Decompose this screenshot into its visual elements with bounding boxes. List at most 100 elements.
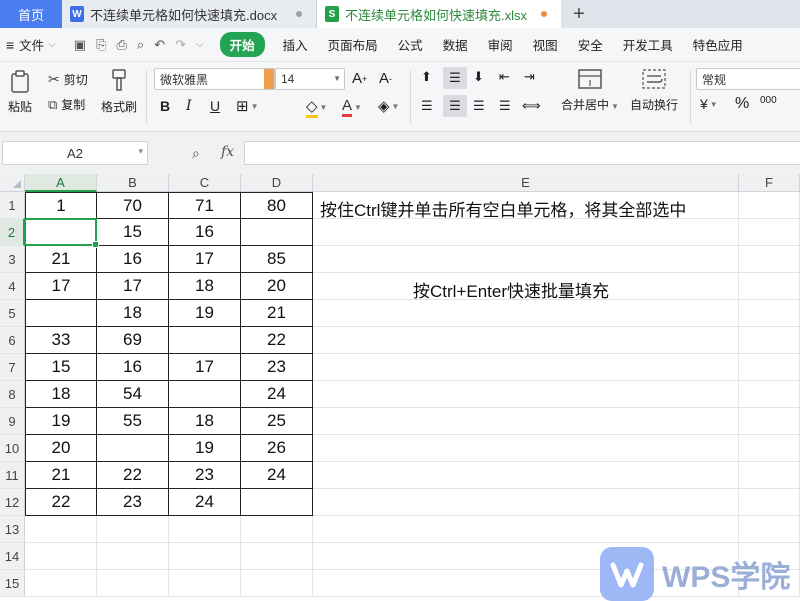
cell-a5[interactable]	[25, 300, 97, 327]
redo-icon[interactable]: ↷	[175, 37, 186, 53]
clear-format-icon[interactable]: ◈ ▼	[378, 97, 399, 115]
cell-a8[interactable]: 18	[25, 381, 97, 408]
cell-b13[interactable]	[97, 516, 169, 543]
cell-f2[interactable]	[739, 219, 800, 246]
cell-f5[interactable]	[739, 300, 800, 327]
cell-d10[interactable]: 26	[241, 435, 313, 462]
format-painter-button[interactable]: 格式刷	[101, 68, 137, 115]
cell-c3[interactable]: 17	[169, 246, 241, 273]
cell-a7[interactable]: 15	[25, 354, 97, 381]
row-header-12[interactable]: 12	[0, 489, 25, 516]
menu-page-layout[interactable]: 页面布局	[318, 35, 388, 54]
cell-b7[interactable]: 16	[97, 354, 169, 381]
cell-e11[interactable]	[313, 462, 739, 489]
underline-button[interactable]: U	[210, 98, 220, 114]
menu-security[interactable]: 安全	[568, 35, 613, 54]
thousands-separator-button[interactable]: 000	[760, 95, 777, 106]
cell-c8[interactable]	[169, 381, 241, 408]
cell-a11[interactable]: 21	[25, 462, 97, 489]
cell-e8[interactable]	[313, 381, 739, 408]
cut-button[interactable]: ✂ 剪切	[48, 71, 88, 88]
menu-start[interactable]: 开始	[219, 32, 265, 57]
italic-button[interactable]: I	[186, 98, 192, 114]
font-name-dropdown-arrow[interactable]	[264, 69, 274, 89]
menu-formula[interactable]: 公式	[388, 35, 433, 54]
cell-b9[interactable]: 55	[97, 408, 169, 435]
cell-a6[interactable]: 33	[25, 327, 97, 354]
active-cell-cursor[interactable]	[24, 218, 99, 248]
menu-special-apps[interactable]: 特色应用	[683, 35, 753, 54]
cell-e6[interactable]	[313, 327, 739, 354]
cell-d13[interactable]	[241, 516, 313, 543]
cell-f11[interactable]	[739, 462, 800, 489]
cell-a4[interactable]: 17	[25, 273, 97, 300]
row-header-6[interactable]: 6	[0, 327, 25, 354]
cell-a14[interactable]	[25, 543, 97, 570]
cell-a13[interactable]	[25, 516, 97, 543]
tab-close-dot[interactable]	[296, 11, 302, 17]
cell-c9[interactable]: 18	[169, 408, 241, 435]
cell-f6[interactable]	[739, 327, 800, 354]
cell-c7[interactable]: 17	[169, 354, 241, 381]
number-format-select[interactable]: 常规	[696, 68, 800, 90]
cell-c14[interactable]	[169, 543, 241, 570]
tab-xlsx[interactable]: S 不连续单元格如何快速填充.xlsx	[317, 0, 561, 28]
cell-f8[interactable]	[739, 381, 800, 408]
cell-d2[interactable]	[241, 219, 313, 246]
menu-view[interactable]: 视图	[523, 35, 568, 54]
function-fx-icon[interactable]: fx	[221, 144, 234, 160]
cell-b6[interactable]: 69	[97, 327, 169, 354]
column-header-c[interactable]: C	[169, 174, 241, 192]
row-header-8[interactable]: 8	[0, 381, 25, 408]
cell-b4[interactable]: 17	[97, 273, 169, 300]
align-left-icon[interactable]: ☰	[421, 98, 433, 114]
cell-d5[interactable]: 21	[241, 300, 313, 327]
align-top-icon[interactable]: ⬆	[421, 69, 432, 85]
cell-b3[interactable]: 16	[97, 246, 169, 273]
cell-d11[interactable]: 24	[241, 462, 313, 489]
align-right-icon[interactable]: ☰	[473, 98, 485, 114]
cell-b14[interactable]	[97, 543, 169, 570]
cell-c6[interactable]	[169, 327, 241, 354]
row-header-3[interactable]: 3	[0, 246, 25, 273]
name-box[interactable]: A2 ▾	[2, 141, 148, 165]
cell-d1[interactable]: 80	[241, 192, 313, 219]
menu-developer-tools[interactable]: 开发工具	[613, 35, 683, 54]
cell-e9[interactable]	[313, 408, 739, 435]
cell-b2[interactable]: 15	[97, 219, 169, 246]
cell-a15[interactable]	[25, 570, 97, 597]
cell-d15[interactable]	[241, 570, 313, 597]
column-header-a[interactable]: A	[25, 174, 97, 192]
decrease-font-icon[interactable]: A-	[379, 70, 392, 87]
indent-decrease-icon[interactable]: ⇤	[499, 69, 510, 85]
tab-home[interactable]: 首页	[0, 0, 62, 28]
cell-f4[interactable]	[739, 273, 800, 300]
borders-icon[interactable]: ⊞ ▼	[236, 97, 259, 115]
font-name-select[interactable]: 微软雅黑	[154, 68, 275, 90]
undo-icon[interactable]: ↶	[154, 37, 165, 53]
cell-d12[interactable]	[241, 489, 313, 516]
cell-d4[interactable]: 20	[241, 273, 313, 300]
cell-a3[interactable]: 21	[25, 246, 97, 273]
font-color-icon[interactable]: A ▼	[342, 97, 362, 117]
zoom-search-icon[interactable]: ⌕	[192, 145, 200, 162]
cell-e10[interactable]	[313, 435, 739, 462]
cell-e3[interactable]	[313, 246, 739, 273]
new-tab-plus-icon[interactable]: +	[561, 0, 597, 28]
menu-insert[interactable]: 插入	[273, 35, 318, 54]
cell-a10[interactable]: 20	[25, 435, 97, 462]
align-middle-icon[interactable]: ☰	[443, 67, 467, 89]
cell-b8[interactable]: 54	[97, 381, 169, 408]
export-icon[interactable]: ⎘	[96, 37, 106, 53]
cell-c1[interactable]: 71	[169, 192, 241, 219]
fill-color-icon[interactable]: ◇ ▼	[306, 97, 327, 118]
wrap-text-button[interactable]: 自动换行	[630, 68, 678, 113]
row-header-2[interactable]: 2	[0, 219, 25, 246]
cell-b11[interactable]: 22	[97, 462, 169, 489]
cell-c12[interactable]: 24	[169, 489, 241, 516]
cell-d7[interactable]: 23	[241, 354, 313, 381]
menu-data[interactable]: 数据	[433, 35, 478, 54]
font-size-select[interactable]: 14 ▼	[275, 68, 345, 90]
formula-input[interactable]	[244, 141, 800, 165]
cell-f1[interactable]	[739, 192, 800, 219]
